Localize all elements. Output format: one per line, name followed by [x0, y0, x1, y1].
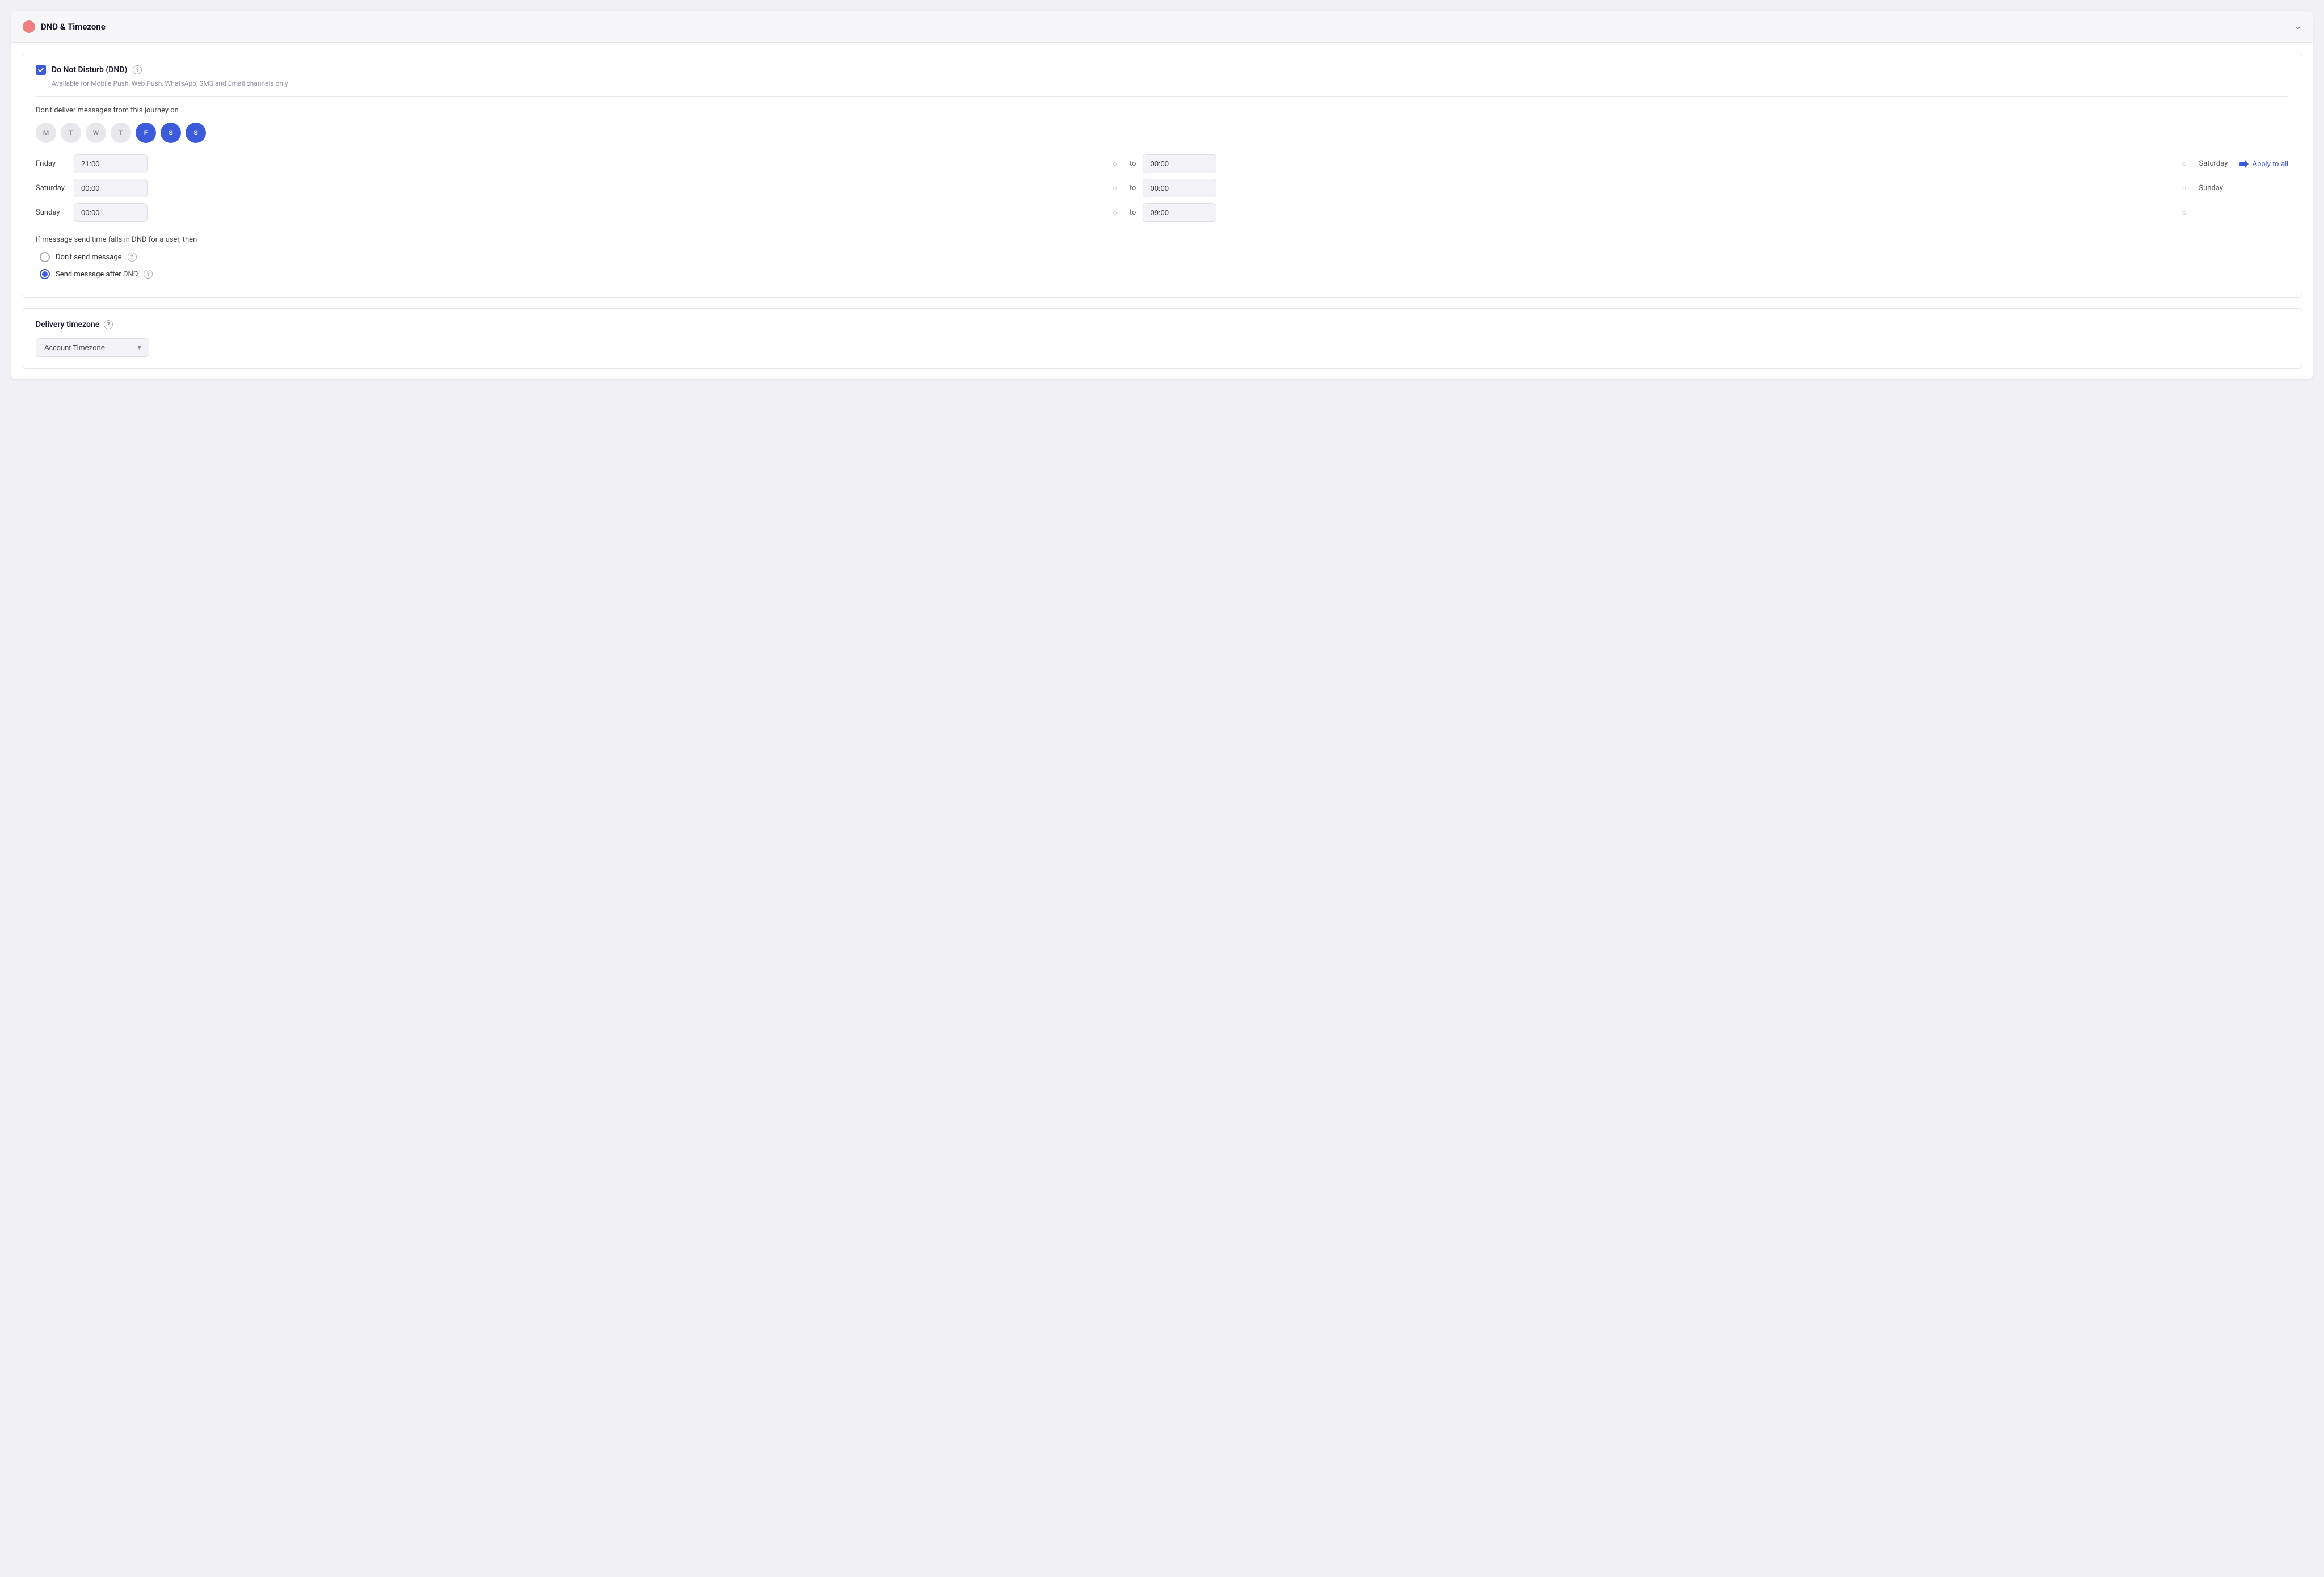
dnd-label: Do Not Disturb (DND): [52, 65, 127, 74]
day-monday[interactable]: M: [36, 123, 56, 143]
saturday-next-day-label: Sunday: [2199, 184, 2233, 192]
friday-next-day-label: Saturday: [2199, 159, 2233, 168]
header-salmon-icon: [23, 20, 35, 33]
section-divider: [36, 96, 2288, 97]
friday-start-input[interactable]: [74, 154, 148, 173]
dnd-help-icon[interactable]: ?: [133, 65, 142, 74]
sunday-start-input[interactable]: [74, 203, 148, 222]
day-circles: M T W T F S S: [36, 123, 2288, 143]
sunday-start-wrapper: ○: [74, 203, 1123, 222]
dont-send-row: Don't send message ?: [36, 252, 2288, 262]
saturday-start-wrapper: ○: [74, 179, 1123, 197]
saturday-start-input[interactable]: [74, 179, 148, 197]
day-wednesday[interactable]: W: [86, 123, 106, 143]
sunday-start-clock-icon: ○: [1113, 208, 1117, 217]
friday-start-clock-icon: ○: [1113, 159, 1117, 169]
day-saturday[interactable]: S: [161, 123, 181, 143]
chevron-down-icon[interactable]: ⌄: [2294, 22, 2301, 31]
send-after-radio[interactable]: [40, 269, 50, 279]
sunday-end-input[interactable]: [1143, 203, 1216, 222]
saturday-label: Saturday: [36, 184, 67, 192]
timezone-title: Delivery timezone: [36, 320, 99, 329]
day-thursday[interactable]: T: [111, 123, 131, 143]
friday-to-label: to: [1130, 159, 1136, 168]
dnd-subtitle: Available for Mobile Push, Web Push, Wha…: [52, 79, 2288, 87]
timezone-header: Delivery timezone ?: [36, 320, 2288, 329]
deliver-label: Don't deliver messages from this journey…: [36, 106, 2288, 115]
timezone-help-icon[interactable]: ?: [104, 320, 113, 329]
send-after-radio-inner: [42, 271, 48, 277]
sunday-end-clock-icon: ○: [2182, 208, 2187, 217]
saturday-end-input[interactable]: [1143, 179, 1216, 197]
day-sunday[interactable]: S: [186, 123, 206, 143]
card-header-left: DND & Timezone: [23, 20, 106, 33]
apply-to-all-label: Apply to all: [2252, 159, 2288, 168]
dont-send-radio[interactable]: [40, 252, 50, 262]
send-after-label: Send message after DND: [56, 270, 138, 279]
page-title: DND & Timezone: [41, 22, 106, 32]
saturday-to-label: to: [1130, 184, 1136, 192]
dont-send-label: Don't send message: [56, 253, 122, 262]
send-after-row: Send message after DND ?: [36, 269, 2288, 279]
fallback-label: If message send time falls in DND for a …: [36, 236, 2288, 244]
apply-to-all-button[interactable]: Apply to all: [2239, 159, 2288, 168]
dont-send-help-icon[interactable]: ?: [128, 253, 137, 262]
day-tuesday[interactable]: T: [61, 123, 81, 143]
saturday-start-clock-icon: ○: [1113, 184, 1117, 193]
saturday-end-clock-icon: ○: [2182, 184, 2187, 193]
friday-label: Friday: [36, 159, 67, 168]
sunday-to-label: to: [1130, 208, 1136, 217]
friday-end-input[interactable]: [1143, 154, 1216, 173]
day-friday[interactable]: F: [136, 123, 156, 143]
friday-start-wrapper: ○: [74, 154, 1123, 173]
apply-to-all-icon: [2239, 160, 2249, 168]
sunday-end-wrapper: ○: [1143, 203, 2192, 222]
send-after-help-icon[interactable]: ?: [144, 270, 153, 279]
saturday-end-wrapper: ○: [1143, 179, 2192, 197]
timezone-select-wrapper: Account Timezone User's Local Timezone C…: [36, 338, 149, 357]
timezone-select[interactable]: Account Timezone User's Local Timezone C…: [36, 338, 149, 357]
dnd-section: Do Not Disturb (DND) ? Available for Mob…: [22, 53, 2302, 298]
sunday-label: Sunday: [36, 208, 67, 217]
friday-end-wrapper: ○: [1143, 154, 2192, 173]
dnd-checkbox-row: Do Not Disturb (DND) ?: [36, 65, 2288, 75]
card-header: DND & Timezone ⌄: [11, 11, 2313, 43]
main-card: DND & Timezone ⌄ Do Not Disturb (DND) ? …: [11, 11, 2313, 379]
timezone-section: Delivery timezone ? Account Timezone Use…: [22, 308, 2302, 369]
dnd-checkbox[interactable]: [36, 65, 46, 75]
friday-end-clock-icon: ○: [2182, 159, 2187, 169]
time-rows: Friday ○ to ○ Saturday Apply to all Satu…: [36, 154, 2288, 222]
